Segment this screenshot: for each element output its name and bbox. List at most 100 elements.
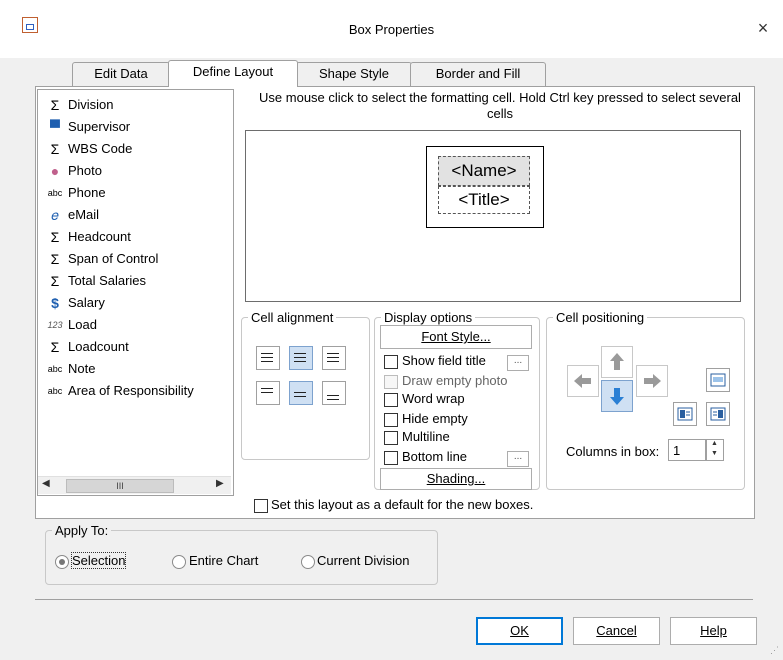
default-layout-checkbox[interactable] (254, 499, 268, 513)
tab-border-and-fill[interactable]: Border and Fill (410, 62, 546, 87)
tab-shape-style[interactable]: Shape Style (296, 62, 412, 87)
move-right-button[interactable] (636, 365, 668, 397)
scroll-left-arrow-icon[interactable]: ◀ (42, 478, 50, 489)
field-title-options-button[interactable]: ... (507, 355, 529, 371)
field-item-label: Span of Control (68, 251, 159, 266)
field-item-wbs-code[interactable]: Σ WBS Code (38, 138, 233, 160)
field-item-label: Supervisor (68, 119, 131, 134)
photo-right-button[interactable] (706, 402, 730, 426)
field-item-phone[interactable]: abc Phone (38, 182, 233, 204)
font-style-label: Font Style... (421, 329, 491, 344)
cancel-button[interactable]: Cancel (573, 617, 660, 645)
field-item-salary[interactable]: $ Salary (38, 292, 233, 314)
shading-label: Shading... (426, 471, 486, 486)
font-style-button[interactable]: Font Style... (380, 325, 532, 349)
apply-entire-chart-label[interactable]: Entire Chart (189, 553, 258, 568)
horizontal-scrollbar[interactable]: ◀ III ▶ (38, 476, 231, 494)
field-item-supervisor[interactable]: ▀ Supervisor (38, 116, 233, 138)
link-icon: 𝑒 (51, 207, 59, 223)
bottom-line-options-button[interactable]: ... (507, 451, 529, 467)
move-down-button[interactable] (601, 380, 633, 412)
align-bottom-right-button[interactable] (322, 381, 346, 405)
field-item-label: Photo (68, 163, 102, 178)
field-item-span-of-control[interactable]: Σ Span of Control (38, 248, 233, 270)
field-item-headcount[interactable]: Σ Headcount (38, 226, 233, 248)
apply-current-division-label[interactable]: Current Division (317, 553, 409, 568)
help-label: Help (700, 623, 727, 638)
preview-cell-name[interactable]: <Name> (438, 156, 530, 186)
field-item-label: Area of Responsibility (68, 383, 194, 398)
align-top-right-button[interactable] (322, 346, 346, 370)
bottom-line-checkbox[interactable] (384, 451, 398, 465)
sigma-icon: Σ (50, 273, 60, 289)
draw-empty-photo-checkbox[interactable] (384, 375, 398, 389)
ok-label: OK (510, 623, 529, 638)
cell-alignment-legend: Cell alignment (251, 310, 334, 325)
person-photo-icon: ● (50, 163, 60, 179)
field-item-email[interactable]: 𝑒 eMail (38, 204, 233, 226)
arrow-left-icon (574, 374, 591, 388)
align-top-center-button[interactable] (289, 346, 313, 370)
photo-left-button[interactable] (673, 402, 697, 426)
photo-left-icon (677, 407, 693, 421)
apply-entire-chart-radio[interactable] (172, 555, 186, 569)
field-item-load[interactable]: 123 Load (38, 314, 233, 336)
field-item-total-salaries[interactable]: Σ Total Salaries (38, 270, 233, 292)
photo-right-icon (710, 407, 726, 421)
field-item-label: eMail (68, 207, 100, 222)
instructions-text: Use mouse click to select the formatting… (259, 90, 741, 121)
apply-current-division-radio[interactable] (301, 555, 315, 569)
field-item-division[interactable]: Σ Division (38, 94, 233, 116)
text-abc-icon: abc (47, 364, 63, 374)
field-item-label: Headcount (68, 229, 131, 244)
multiline-label: Multiline (402, 429, 450, 444)
field-item-photo[interactable]: ● Photo (38, 160, 233, 182)
tab-define-layout[interactable]: Define Layout (168, 60, 298, 87)
text-abc-icon: abc (47, 386, 63, 396)
cell-text-box-button[interactable] (706, 368, 730, 392)
align-bottom-left-button[interactable] (256, 381, 280, 405)
shading-button[interactable]: Shading... (380, 468, 532, 490)
scroll-right-arrow-icon[interactable]: ▶ (216, 478, 224, 489)
bottom-line-label: Bottom line (402, 449, 468, 464)
field-item-label: Salary (68, 295, 105, 310)
word-wrap-checkbox[interactable] (384, 393, 398, 407)
field-item-area-of-responsibility[interactable]: abc Area of Responsibility (38, 380, 233, 402)
footer-separator (35, 599, 753, 600)
move-up-button[interactable] (601, 346, 633, 378)
help-button[interactable]: Help (670, 617, 757, 645)
apply-to-legend: Apply To: (55, 523, 109, 538)
draw-empty-photo-label: Draw empty photo (402, 373, 508, 388)
preview-cell-title[interactable]: <Title> (438, 186, 530, 214)
sigma-icon: Σ (50, 339, 60, 355)
align-bottom-center-button[interactable] (289, 381, 313, 405)
field-item-loadcount[interactable]: Σ Loadcount (38, 336, 233, 358)
arrow-up-icon (610, 353, 624, 370)
show-field-title-checkbox[interactable] (384, 355, 398, 369)
field-list[interactable]: Σ Division ▀ Supervisor Σ WBS Code ● Pho… (37, 89, 234, 496)
scrollbar-thumb[interactable]: III (66, 479, 174, 493)
hide-empty-checkbox[interactable] (384, 413, 398, 427)
close-button[interactable]: × (752, 18, 774, 38)
window-title: Box Properties (348, 22, 435, 37)
columns-spinner[interactable]: ▲ ▼ (706, 439, 724, 461)
move-left-button[interactable] (567, 365, 599, 397)
resize-grip-icon[interactable]: ⋰ (770, 645, 779, 656)
text-box-icon (710, 373, 726, 387)
multiline-checkbox[interactable] (384, 431, 398, 445)
field-item-note[interactable]: abc Note (38, 358, 233, 380)
cell-positioning-group: Cell positioning (546, 310, 745, 490)
ok-button[interactable]: OK (476, 617, 563, 645)
default-layout-label: Set this layout as a default for the new… (271, 497, 534, 512)
align-top-left-button[interactable] (256, 346, 280, 370)
field-item-label: Note (68, 361, 96, 376)
field-item-label: Loadcount (68, 339, 129, 354)
hide-empty-label: Hide empty (402, 411, 468, 426)
apply-selection-label[interactable]: Selection (70, 552, 127, 569)
apply-selection-radio[interactable] (55, 555, 69, 569)
tab-edit-data[interactable]: Edit Data (72, 62, 170, 87)
spin-down-icon[interactable]: ▼ (711, 450, 718, 457)
columns-in-box-input[interactable]: 1 (668, 439, 706, 461)
spin-up-icon[interactable]: ▲ (711, 440, 718, 447)
show-field-title-label: Show field title (402, 353, 486, 368)
